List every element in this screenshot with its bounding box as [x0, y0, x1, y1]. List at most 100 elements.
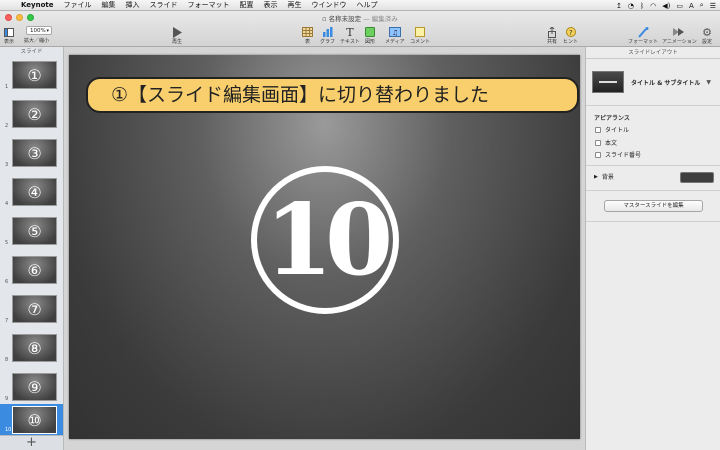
notification-center-icon[interactable]: ☰: [710, 2, 716, 10]
slide-thumbnail[interactable]: ⑦: [12, 295, 57, 323]
input-source-icon[interactable]: A: [689, 2, 694, 10]
divider: [586, 221, 720, 222]
slide-thumbnail[interactable]: ②: [12, 100, 57, 128]
disclosure-triangle-icon[interactable]: ▶: [594, 174, 598, 180]
chart-button[interactable]: グラフ: [320, 26, 335, 45]
shape-label: 図形: [365, 39, 376, 45]
menu-edit[interactable]: 編集: [97, 0, 121, 11]
menu-bar: Keynote ファイル 編集 挿入 スライド フォーマット 配置 表示 再生 …: [0, 0, 720, 11]
paintbrush-icon: [637, 26, 649, 38]
media-button[interactable]: ♫ メディア: [385, 26, 405, 45]
media-label: メディア: [385, 39, 405, 45]
slide-number: 7: [5, 318, 9, 324]
menu-play[interactable]: 再生: [283, 0, 307, 11]
appearance-title: アピアランス: [594, 115, 630, 122]
text-icon: T: [346, 25, 354, 39]
chevron-down-icon: ▾: [46, 28, 49, 34]
slide-thumbnail[interactable]: ⑥: [12, 256, 57, 284]
menu-view[interactable]: 表示: [259, 0, 283, 11]
slide-thumbnail[interactable]: ⑧: [12, 334, 57, 362]
animate-button[interactable]: アニメーション: [662, 26, 697, 45]
gear-icon: ⚙: [702, 25, 712, 39]
body-checkbox[interactable]: 本文: [595, 138, 617, 147]
slide-number: 6: [5, 279, 9, 285]
menu-file[interactable]: ファイル: [59, 0, 97, 11]
text-button[interactable]: T テキスト: [340, 25, 360, 46]
format-button[interactable]: フォーマット: [628, 26, 658, 45]
menu-window[interactable]: ウインドウ: [307, 0, 352, 11]
menu-app-name[interactable]: Keynote: [16, 0, 59, 11]
add-slide-button[interactable]: +: [0, 435, 63, 450]
table-icon: [302, 26, 313, 38]
checkbox-box[interactable]: [595, 126, 601, 133]
divider: [586, 105, 720, 106]
animate-icon: [672, 26, 686, 38]
slide-number: 5: [5, 240, 9, 246]
shape-icon: [365, 26, 375, 38]
view-icon: [4, 26, 14, 38]
play-label: 再生: [172, 39, 183, 45]
checkbox-box[interactable]: [595, 151, 601, 158]
wifi-icon[interactable]: ◠: [650, 2, 656, 10]
layout-thumbnail: [592, 71, 624, 93]
layout-name: タイトル & サブタイトル: [631, 79, 701, 87]
comment-icon: [415, 26, 425, 38]
volume-icon[interactable]: ◀): [662, 2, 670, 10]
slide-thumbnail[interactable]: ④: [12, 178, 57, 206]
slide-thumbnail[interactable]: ③: [12, 139, 57, 167]
checkbox-label: 本文: [605, 140, 618, 147]
share-icon: [547, 26, 557, 38]
comment-button[interactable]: コメント: [410, 26, 430, 45]
view-label: 表示: [4, 39, 15, 45]
slide-thumbnail[interactable]: ①: [12, 61, 57, 89]
layout-selector[interactable]: タイトル & サブタイトル ▼: [592, 67, 716, 97]
shape-button[interactable]: 図形: [365, 26, 375, 45]
slide-navigator: スライド ① 1 ② 2 ③ 3 ④ 4 ⑤ 5 ⑥ 6 ⑦ 7 ⑧ 8 ⑨ 9…: [0, 47, 64, 450]
play-icon: [172, 26, 182, 38]
slide-number: 10: [5, 427, 12, 433]
edit-master-slide-button[interactable]: マスタースライドを編集: [604, 200, 703, 212]
table-button[interactable]: 表: [302, 26, 313, 45]
settings-label: 設定: [702, 39, 713, 45]
share-label: 共有: [547, 39, 558, 45]
slide-thumbnail[interactable]: ⑤: [12, 217, 57, 245]
background-label: 背景: [601, 174, 614, 181]
menu-insert[interactable]: 挿入: [121, 0, 145, 11]
share-button[interactable]: 共有: [547, 26, 557, 45]
tips-label: ヒント: [563, 39, 579, 45]
spotlight-icon[interactable]: ⌕: [700, 1, 704, 10]
svg-text:?: ?: [569, 29, 573, 37]
comment-label: コメント: [410, 39, 431, 45]
title-checkbox[interactable]: タイトル: [595, 125, 629, 134]
document-icon: ▫: [322, 15, 327, 23]
chevron-down-icon: ▼: [706, 78, 712, 86]
table-label: 表: [304, 39, 310, 45]
slide-thumbnail[interactable]: ⑨: [12, 373, 57, 401]
divider: [586, 165, 720, 166]
slide-thumbnail-selected[interactable]: ⑩: [12, 406, 57, 434]
settings-button[interactable]: ⚙ 設定: [702, 25, 713, 46]
tips-button[interactable]: ? ヒント: [563, 26, 578, 45]
window-toolbar: ▫ 名称未設定 — 編集済み 表示 100% ▾ 拡大／縮小 再生 表 グラフ …: [0, 11, 720, 47]
format-label: フォーマット: [628, 39, 659, 45]
menu-help[interactable]: ヘルプ: [352, 0, 383, 11]
time-machine-icon[interactable]: ◔: [628, 2, 634, 10]
menu-slide[interactable]: スライド: [145, 0, 183, 11]
play-button[interactable]: 再生: [172, 26, 182, 45]
menu-arrange[interactable]: 配置: [235, 0, 259, 11]
checkbox-box[interactable]: [595, 139, 601, 146]
document-title: 名称未設定: [328, 15, 362, 23]
text-label: テキスト: [340, 39, 360, 45]
zoom-select[interactable]: 100% ▾: [26, 26, 52, 35]
slide-number: 8: [5, 357, 9, 363]
divider: [586, 190, 720, 191]
view-button[interactable]: 表示: [4, 26, 14, 45]
background-fill-well[interactable]: [680, 172, 714, 183]
slide-number-text[interactable]: 10: [251, 166, 399, 314]
menu-format[interactable]: フォーマット: [183, 0, 235, 11]
battery-icon[interactable]: ▭: [676, 2, 683, 10]
slide-number-checkbox[interactable]: スライド番号: [595, 150, 641, 159]
slide-number: 9: [5, 396, 9, 402]
share-status-icon[interactable]: ↥: [616, 2, 622, 10]
bluetooth-icon[interactable]: ᛒ: [640, 2, 644, 10]
